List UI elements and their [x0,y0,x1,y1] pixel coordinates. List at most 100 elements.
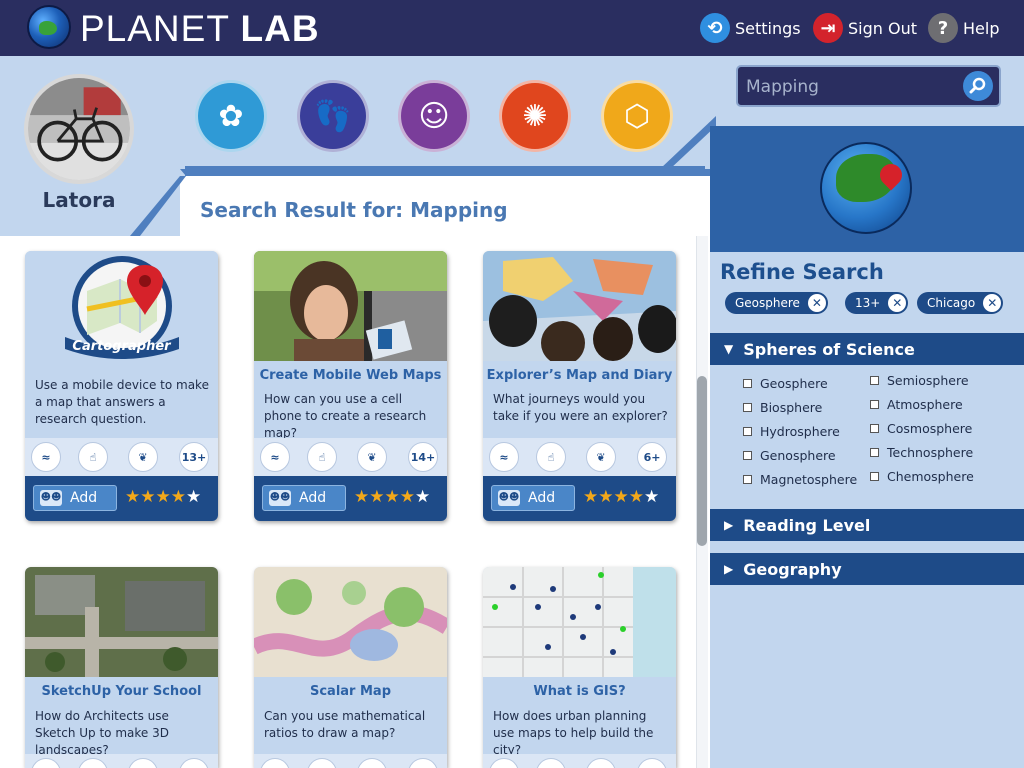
card-image [483,251,676,361]
sphere-checkbox[interactable]: Geosphere [743,376,828,391]
filter-chip[interactable]: Chicago ✕ [917,292,1004,314]
section-label: Reading Level [743,515,871,535]
settings-button[interactable]: ⟲ Settings [700,12,801,44]
landscape-icon: ≈ [31,442,61,472]
checkbox-box[interactable] [870,376,879,385]
top-bar: PLANET LAB ⟲ Settings ⇥ Sign Out ? Help [0,0,1024,56]
card-image [483,567,676,677]
checkbox-box[interactable] [870,400,879,409]
add-button[interactable]: ☻☻ Add [262,485,346,511]
help-button[interactable]: ? Help [928,12,999,44]
user-avatar[interactable] [24,74,134,184]
checkbox-box[interactable] [743,451,752,460]
card-icon-strip: ≈ ☝ ❦ [483,754,676,768]
card-title[interactable]: Create Mobile Web Maps [254,368,447,383]
sphere-checkbox[interactable]: Genosphere [743,448,836,463]
checkbox-label: Technosphere [887,445,974,460]
geography-section-header[interactable]: ▶ Geography [710,553,1024,585]
sphere-checkbox[interactable]: Cosmosphere [870,421,972,436]
add-button[interactable]: ☻☻ Add [491,485,575,511]
planet-logo-icon [27,5,71,49]
checkbox-label: Atmosphere [887,397,963,412]
checkbox-box[interactable] [870,472,879,481]
app-logo[interactable]: PLANET LAB [80,8,320,50]
search-box [736,65,1001,107]
activity-card[interactable]: Cartographer Use a mobile device to make… [25,251,218,521]
hexagons-icon[interactable]: ⬡ [601,80,673,152]
add-label: Add [528,490,556,506]
remove-chip-icon[interactable]: ✕ [807,294,826,312]
sphere-checkbox[interactable]: Semiosphere [870,373,969,388]
add-button[interactable]: ☻☻ Add [33,485,117,511]
search-button[interactable] [963,71,993,101]
search-input[interactable] [746,75,956,99]
sphere-checkbox[interactable]: Technosphere [870,445,973,460]
reading-level-section-header[interactable]: ▶ Reading Level [710,509,1024,541]
card-title[interactable]: What is GIS? [483,684,676,699]
touch-device-icon: ☝ [536,442,566,472]
activity-card[interactable]: Create Mobile Web Maps How can you use a… [254,251,447,521]
card-description: Use a mobile device to make a map that a… [35,378,209,426]
checkbox-box[interactable] [743,403,752,412]
card-image [254,567,447,677]
card-icon-strip: ≈ ☝ ❦ [25,754,218,768]
activity-card[interactable]: Explorer’s Map and Diary What journeys w… [483,251,676,521]
checkbox-label: Cosmosphere [887,421,973,436]
activity-card[interactable]: What is GIS? How does urban planning use… [483,567,676,768]
sphere-checkbox[interactable]: Atmosphere [870,397,963,412]
card-title[interactable]: Explorer’s Map and Diary [483,368,676,383]
card-icon-strip: ≈ ☝ ❦ 6+ [483,438,676,476]
sphere-checkbox[interactable]: Chemosphere [870,469,974,484]
age-badge: 6+ [637,442,667,472]
footprints-icon[interactable]: 👣 [297,80,369,152]
checkbox-label: Chemosphere [887,469,974,484]
touch-device-icon: ☝ [78,442,108,472]
remove-chip-icon[interactable]: ✕ [983,294,1002,312]
sphere-checkbox[interactable]: Magnetosphere [743,472,857,487]
people-circle-icon[interactable]: ✺ [499,80,571,152]
checkbox-box[interactable] [870,424,879,433]
filter-chip[interactable]: Geosphere ✕ [725,292,828,314]
search-icon [969,77,986,94]
checkbox-box[interactable] [870,448,879,457]
rating-stars: ★★★★★ [354,487,431,507]
checkbox-label: Hydrosphere [760,424,840,439]
sphere-checkbox[interactable]: Biosphere [743,400,822,415]
checkbox-box[interactable] [743,427,752,436]
sphere-checkbox[interactable]: Hydrosphere [743,424,840,439]
filter-chip[interactable]: 13+ ✕ [845,292,909,314]
people-icon: ☻☻ [40,490,62,506]
checkbox-label: Geosphere [760,376,828,391]
card-description: What journeys would you take if you were… [493,392,668,423]
card-footer: ☻☻ Add ★★★★★ [25,476,218,521]
checkbox-label: Genosphere [760,448,836,463]
checkbox-label: Semiosphere [887,373,969,388]
refine-search-title: Refine Search [720,260,884,284]
remove-chip-icon[interactable]: ✕ [888,294,907,312]
age-badge: 13+ [179,442,209,472]
card-footer: ☻☻ Add ★★★★★ [483,476,676,521]
sign-out-button[interactable]: ⇥ Sign Out [813,12,917,44]
map-pin-icon [875,159,907,191]
card-description: How does urban planning use maps to help… [493,709,654,757]
card-icon-strip: ≈ ☝ ❦ 13+ [25,438,218,476]
settings-icon: ⟲ [700,13,730,43]
settings-label: Settings [735,18,801,38]
group-icon[interactable]: ☺ [398,80,470,152]
scrollbar-thumb[interactable] [697,376,707,546]
activity-card[interactable]: SketchUp Your School How do Architects u… [25,567,218,768]
chip-label: Chicago [927,296,976,310]
activity-card[interactable]: Scalar Map Can you use mathematical rati… [254,567,447,768]
card-title[interactable]: Scalar Map [254,684,447,699]
sign-out-icon: ⇥ [813,13,843,43]
chip-label: Geosphere [735,296,800,310]
bicycle-photo [28,78,130,180]
checkbox-box[interactable] [743,475,752,484]
spheres-section-header[interactable]: ▼ Spheres of Science [710,333,1024,365]
badge-label: Cartographer [72,339,171,354]
touch-device-icon: ☝ [307,442,337,472]
checkbox-label: Biosphere [760,400,823,415]
network-icon[interactable]: ✿ [195,80,267,152]
card-title[interactable]: SketchUp Your School [25,684,218,699]
checkbox-box[interactable] [743,379,752,388]
